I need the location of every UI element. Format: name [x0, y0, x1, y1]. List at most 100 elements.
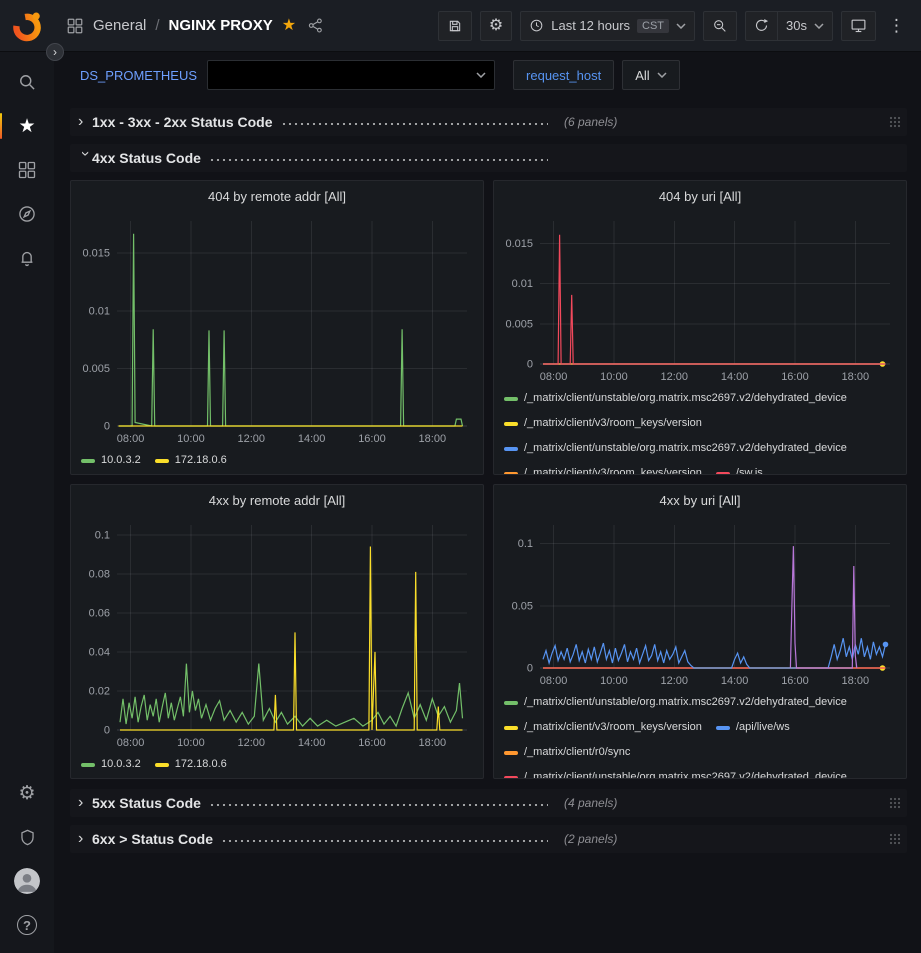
row-header-4xx[interactable]: › 4xx Status Code [70, 144, 907, 172]
time-series-chart[interactable]: 08:0010:0012:0014:0016:0018:0000.020.040… [71, 515, 483, 752]
chevron-right-icon: › [78, 114, 92, 130]
legend-item[interactable]: 172.18.0.6 [155, 452, 227, 469]
panel-title[interactable]: 4xx by uri [All] [494, 485, 906, 515]
save-dashboard-button[interactable] [438, 11, 472, 41]
sidebar-expand-button[interactable]: › [46, 43, 64, 61]
svg-text:0.005: 0.005 [505, 318, 533, 330]
legend-item[interactable]: /_matrix/client/unstable/org.matrix.msc2… [504, 440, 847, 457]
legend-item[interactable]: /_matrix/client/unstable/org.matrix.msc2… [504, 694, 847, 711]
grafana-logo-icon [10, 9, 44, 43]
legend-item[interactable]: /api/live/ws [716, 719, 790, 736]
svg-text:0: 0 [527, 663, 533, 675]
sidebar-item-explore[interactable] [0, 192, 54, 236]
timezone-badge: CST [637, 19, 669, 33]
legend-item[interactable]: 10.0.3.2 [81, 452, 141, 469]
user-avatar [14, 868, 40, 894]
refresh-button[interactable] [745, 11, 777, 41]
panel-title[interactable]: 4xx by remote addr [All] [71, 485, 483, 515]
dashboard-variables-bar: DS_PROMETHEUS request_host All [54, 52, 921, 100]
sidebar: ★ ⚙ [0, 52, 54, 953]
refresh-icon [754, 18, 769, 33]
legend-item[interactable]: /_matrix/client/v3/room_keys/version [504, 415, 702, 432]
sidebar-item-dashboards[interactable] [0, 148, 54, 192]
panel-404-by-remote-addr: 404 by remote addr [All] 08:0010:0012:00… [70, 180, 484, 475]
svg-text:0.015: 0.015 [505, 238, 533, 250]
refresh-interval-label: 30s [786, 18, 807, 33]
svg-text:12:00: 12:00 [238, 737, 266, 749]
sidebar-item-server-admin[interactable] [0, 815, 54, 859]
legend-swatch [504, 726, 518, 730]
row-header-6xx[interactable]: › 6xx > Status Code (2 panels) [70, 825, 907, 853]
dashboard-scroll-area[interactable]: › 1xx - 3xx - 2xx Status Code (6 panels)… [54, 100, 921, 953]
dashboard-settings-button[interactable]: ⚙ [480, 11, 512, 41]
grafana-logo[interactable] [0, 0, 54, 52]
legend-item[interactable]: /_matrix/client/unstable/org.matrix.msc2… [504, 769, 847, 779]
svg-text:16:00: 16:00 [358, 433, 386, 445]
favorite-star-icon[interactable]: ★ [282, 18, 296, 34]
variable-label-ds-prometheus: DS_PROMETHEUS [80, 60, 207, 90]
save-icon [447, 18, 463, 34]
sidebar-item-profile[interactable] [0, 859, 54, 903]
adhoc-filter-value-dropdown[interactable]: All [622, 60, 679, 90]
svg-text:08:00: 08:00 [540, 371, 568, 383]
panel-title[interactable]: 404 by uri [All] [494, 181, 906, 211]
svg-text:18:00: 18:00 [842, 675, 870, 687]
legend-item[interactable]: /sw.js [716, 465, 763, 475]
datasource-select[interactable] [207, 60, 495, 90]
time-series-chart[interactable]: 08:0010:0012:0014:0016:0018:0000.0050.01… [71, 211, 483, 448]
breadcrumb-separator: / [155, 17, 159, 34]
legend-item[interactable]: /_matrix/client/v3/room_keys/version [504, 719, 702, 736]
legend-swatch [504, 701, 518, 705]
time-series-chart[interactable]: 08:0010:0012:0014:0016:0018:0000.050.1 [494, 515, 906, 690]
sidebar-item-help[interactable]: ? [0, 903, 54, 947]
gear-icon: ⚙ [18, 784, 35, 803]
time-range-picker[interactable]: Last 12 hours CST [520, 11, 695, 41]
svg-text:0: 0 [104, 725, 110, 737]
row-header-1xx[interactable]: › 1xx - 3xx - 2xx Status Code (6 panels) [70, 108, 907, 136]
drag-handle-icon[interactable] [889, 797, 901, 809]
zoom-out-button[interactable] [703, 11, 737, 41]
row-title: 1xx - 3xx - 2xx Status Code [92, 114, 273, 130]
drag-handle-icon[interactable] [889, 116, 901, 128]
legend-label: /_matrix/client/unstable/org.matrix.msc2… [524, 390, 847, 407]
breadcrumb-section[interactable]: General [93, 17, 146, 34]
panel-legend: /_matrix/client/unstable/org.matrix.msc2… [494, 386, 906, 475]
chevron-down-icon [676, 23, 686, 29]
row-header-5xx[interactable]: › 5xx Status Code (4 panels) [70, 789, 907, 817]
legend-item[interactable]: /_matrix/client/v3/room_keys/version [504, 465, 702, 475]
legend-swatch [716, 726, 730, 730]
legend-item[interactable]: 10.0.3.2 [81, 756, 141, 773]
legend-item[interactable]: /_matrix/client/unstable/org.matrix.msc2… [504, 390, 847, 407]
refresh-interval-dropdown[interactable]: 30s [777, 11, 833, 41]
sidebar-item-search[interactable] [0, 60, 54, 104]
svg-text:0: 0 [104, 421, 110, 433]
clock-icon [529, 18, 544, 33]
chevron-down-icon [657, 72, 667, 78]
dashboard-grid-icon[interactable] [66, 17, 84, 35]
legend-item[interactable]: /_matrix/client/r0/sync [504, 744, 630, 761]
sidebar-item-starred[interactable]: ★ [0, 104, 54, 148]
search-icon [17, 72, 37, 92]
svg-text:14:00: 14:00 [298, 433, 326, 445]
kebab-menu-icon[interactable]: ⋮ [884, 16, 909, 36]
panel-title[interactable]: 404 by remote addr [All] [71, 181, 483, 211]
time-series-chart[interactable]: 08:0010:0012:0014:0016:0018:0000.0050.01… [494, 211, 906, 386]
adhoc-filter-key-button[interactable]: request_host [513, 60, 614, 90]
legend-item[interactable]: 172.18.0.6 [155, 756, 227, 773]
tv-mode-button[interactable] [841, 11, 876, 41]
svg-text:12:00: 12:00 [238, 433, 266, 445]
sidebar-item-configuration[interactable]: ⚙ [0, 771, 54, 815]
drag-handle-icon[interactable] [889, 833, 901, 845]
panel-legend: 10.0.3.2 172.18.0.6 [71, 448, 483, 475]
share-icon[interactable] [307, 17, 324, 34]
row-title: 4xx Status Code [92, 150, 201, 166]
dashboards-grid-icon [17, 160, 37, 180]
svg-text:16:00: 16:00 [781, 675, 809, 687]
svg-text:0.005: 0.005 [82, 363, 110, 375]
legend-swatch [504, 472, 518, 476]
legend-swatch [716, 472, 730, 476]
svg-text:08:00: 08:00 [540, 675, 568, 687]
legend-label: /_matrix/client/r0/sync [524, 744, 630, 761]
sidebar-item-alerting[interactable] [0, 236, 54, 280]
svg-text:08:00: 08:00 [117, 433, 145, 445]
